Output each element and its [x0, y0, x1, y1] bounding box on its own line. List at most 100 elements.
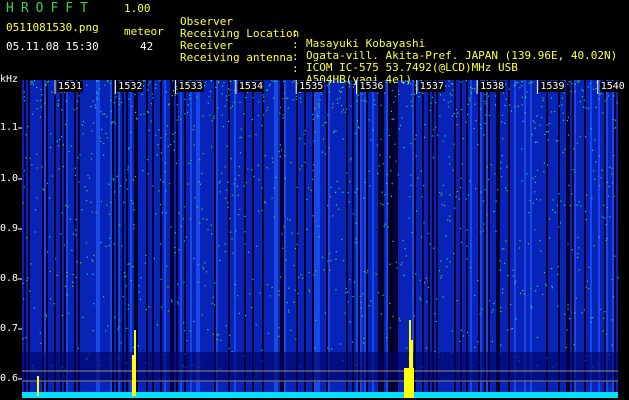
noise-speck	[386, 182, 388, 185]
noise-speck	[521, 104, 523, 106]
noise-speck	[529, 200, 531, 202]
minute-label: 1540	[599, 81, 626, 92]
noise-speck	[350, 105, 352, 107]
noise-speck	[30, 263, 32, 265]
noise-column	[88, 80, 90, 392]
noise-column	[608, 80, 610, 392]
noise-speck	[173, 140, 175, 142]
noise-speck	[542, 294, 544, 296]
noise-speck	[59, 138, 61, 141]
noise-speck	[25, 157, 27, 159]
noise-speck	[330, 196, 332, 198]
noise-speck	[46, 251, 48, 253]
noise-column	[322, 80, 324, 392]
noise-speck	[239, 152, 241, 154]
noise-speck	[488, 95, 490, 97]
noise-speck	[43, 189, 45, 191]
noise-speck	[133, 209, 135, 211]
noise-speck	[542, 97, 544, 99]
noise-column	[256, 80, 258, 392]
noise-speck	[473, 127, 475, 130]
noise-speck	[403, 274, 405, 276]
noise-speck	[282, 247, 284, 249]
noise-speck	[227, 206, 229, 208]
noise-speck	[345, 292, 347, 294]
noise-speck	[136, 118, 138, 120]
noise-speck	[502, 288, 504, 290]
noise-speck	[603, 317, 605, 319]
noise-speck	[606, 181, 608, 184]
noise-column	[418, 80, 420, 392]
noise-column	[126, 80, 128, 392]
noise-speck	[488, 300, 490, 302]
noise-column	[558, 80, 560, 392]
noise-speck	[497, 189, 499, 191]
noise-speck	[593, 170, 595, 172]
noise-speck	[530, 305, 532, 307]
noise-column	[178, 80, 180, 392]
noise-speck	[321, 151, 324, 153]
noise-speck	[74, 174, 76, 176]
noise-speck	[68, 312, 70, 315]
noise-column	[354, 80, 356, 392]
noise-column	[598, 80, 600, 392]
noise-speck	[386, 336, 388, 339]
noise-speck	[424, 282, 426, 284]
noise-speck	[65, 123, 67, 126]
noise-speck	[349, 159, 351, 161]
noise-speck	[126, 327, 128, 329]
noise-speck	[300, 101, 302, 103]
noise-speck	[299, 168, 301, 170]
noise-speck	[573, 148, 575, 150]
noise-speck	[138, 291, 140, 293]
noise-speck	[615, 127, 617, 129]
noise-column	[534, 80, 536, 392]
noise-speck	[546, 124, 548, 126]
baseline-strip	[22, 392, 618, 398]
noise-speck	[376, 144, 379, 146]
y-tick-label: 1.1	[0, 122, 19, 133]
y-tick-label: 0.6	[0, 373, 19, 384]
noise-speck	[210, 80, 212, 82]
noise-speck	[611, 167, 613, 169]
noise-speck	[526, 173, 528, 175]
noise-speck	[187, 183, 189, 185]
noise-column	[72, 80, 74, 392]
noise-speck	[510, 328, 512, 330]
noise-speck	[77, 157, 79, 159]
noise-speck	[119, 319, 121, 321]
noise-speck	[193, 125, 195, 127]
noise-speck	[164, 170, 166, 173]
noise-speck	[40, 106, 42, 108]
noise-speck	[474, 88, 476, 90]
noise-speck	[428, 232, 430, 235]
noise-speck	[349, 180, 351, 183]
noise-speck	[400, 264, 402, 266]
noise-speck	[238, 174, 240, 176]
noise-speck	[252, 278, 254, 280]
noise-speck	[501, 114, 503, 116]
minute-label: 1533	[177, 81, 204, 92]
noise-speck	[110, 110, 112, 112]
noise-speck	[143, 113, 145, 115]
noise-speck	[536, 285, 538, 287]
noise-column	[326, 80, 328, 392]
noise-speck	[453, 253, 455, 255]
meteor-echo-strong	[404, 368, 414, 398]
noise-speck	[465, 198, 467, 200]
noise-speck	[582, 90, 584, 92]
noise-speck	[614, 255, 616, 257]
noise-speck	[247, 168, 249, 170]
noise-speck	[105, 132, 107, 134]
noise-speck	[436, 134, 439, 136]
noise-speck	[210, 224, 212, 226]
noise-speck	[571, 249, 573, 251]
noise-speck	[382, 294, 384, 296]
noise-speck	[586, 280, 588, 282]
noise-column	[206, 80, 208, 392]
noise-speck	[287, 107, 289, 109]
noise-column	[536, 80, 538, 392]
noise-speck	[338, 208, 340, 210]
noise-speck	[507, 275, 509, 277]
noise-speck	[440, 260, 442, 262]
